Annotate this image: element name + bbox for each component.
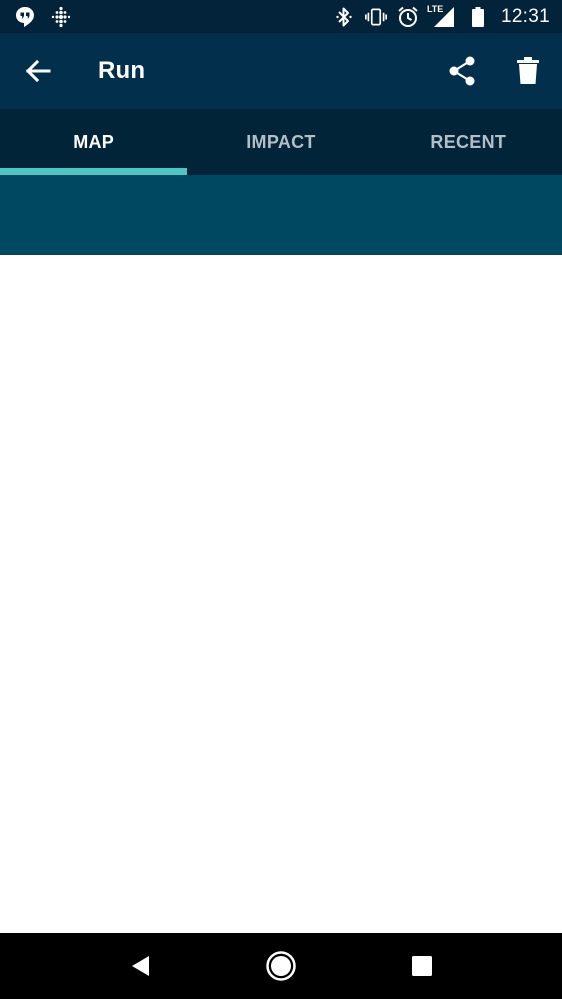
arrow-left-icon bbox=[25, 59, 51, 83]
home-circle-icon bbox=[266, 951, 296, 981]
tab-bar: MAP IMPACT RECENT bbox=[0, 109, 562, 175]
tab-impact[interactable]: IMPACT bbox=[187, 109, 374, 175]
nav-recents-button[interactable] bbox=[397, 941, 447, 991]
nav-home-button[interactable] bbox=[256, 941, 306, 991]
hangouts-icon bbox=[14, 6, 36, 28]
signal-icon: LTE bbox=[426, 3, 457, 28]
recents-square-icon bbox=[411, 956, 432, 976]
page-title: Run bbox=[98, 57, 146, 84]
status-bar: LTE 12:31 bbox=[0, 0, 562, 33]
app-bar: Run bbox=[0, 33, 562, 109]
network-type-label: LTE bbox=[426, 3, 444, 14]
back-button[interactable] bbox=[16, 49, 60, 93]
map-content-area[interactable] bbox=[0, 255, 562, 933]
fitbit-icon bbox=[50, 6, 72, 28]
status-right-icons: LTE 12:31 bbox=[323, 3, 550, 28]
share-icon bbox=[449, 56, 475, 86]
status-time: 12:31 bbox=[500, 5, 550, 27]
delete-button[interactable] bbox=[506, 49, 550, 93]
battery-icon bbox=[467, 6, 489, 28]
header-banner bbox=[0, 175, 562, 255]
system-navigation-bar bbox=[0, 933, 562, 999]
vibrate-icon bbox=[364, 6, 387, 28]
alarm-icon bbox=[397, 6, 419, 28]
tab-map[interactable]: MAP bbox=[0, 109, 188, 175]
share-button[interactable] bbox=[440, 49, 484, 93]
trash-icon bbox=[517, 57, 539, 84]
back-triangle-icon bbox=[132, 956, 150, 976]
tab-recent[interactable]: RECENT bbox=[375, 109, 562, 175]
nav-back-button[interactable] bbox=[115, 941, 165, 991]
status-left-icons bbox=[14, 6, 86, 28]
bluetooth-icon bbox=[333, 6, 355, 28]
